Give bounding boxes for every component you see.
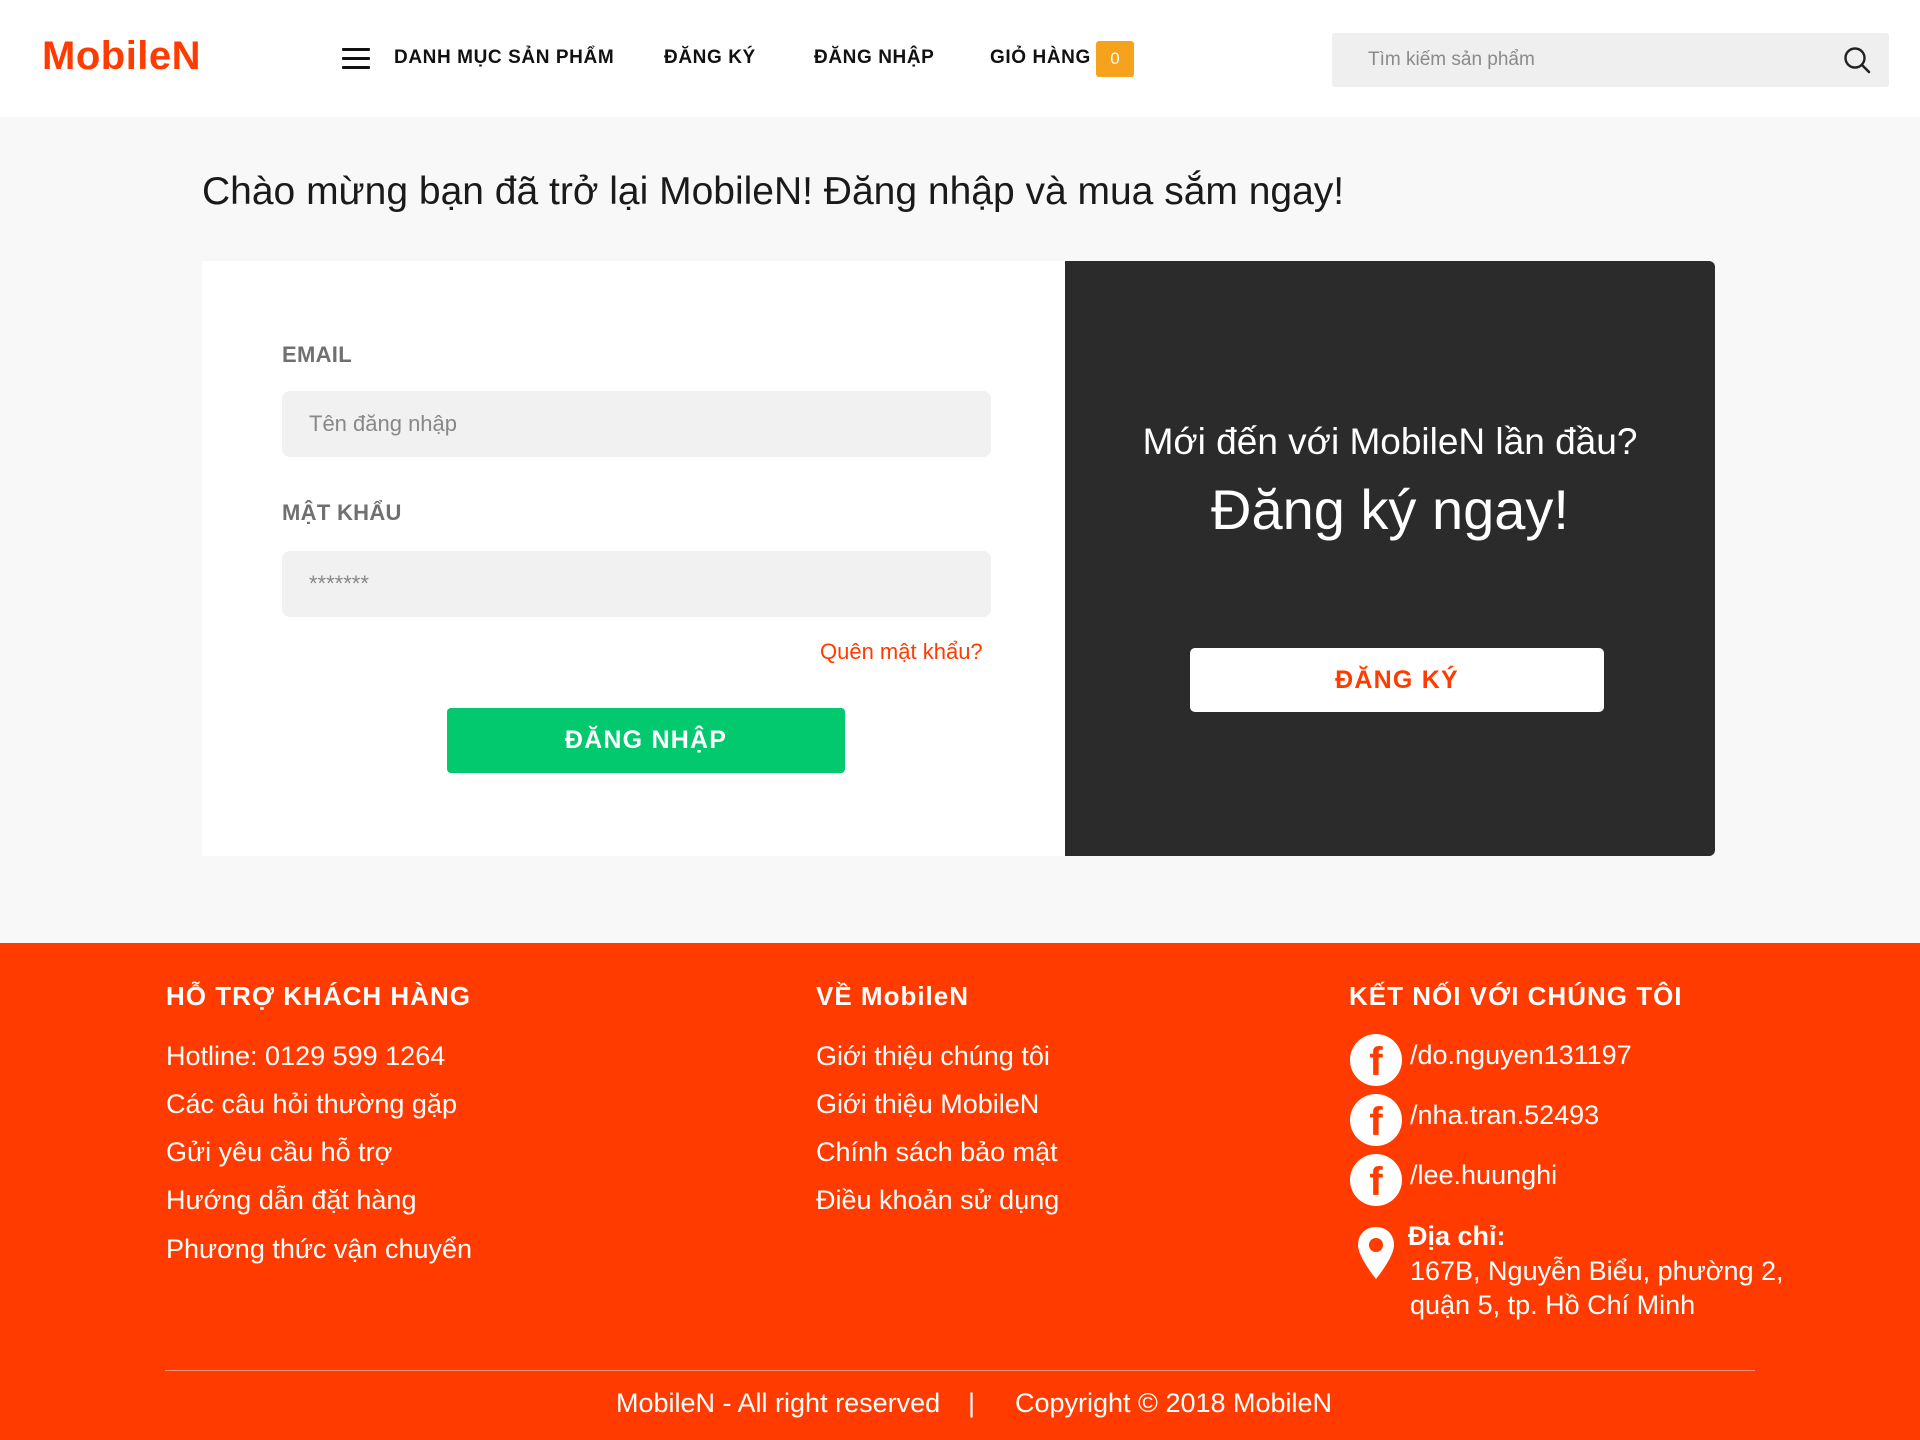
facebook-icon: f bbox=[1350, 1034, 1402, 1086]
location-pin-icon bbox=[1358, 1227, 1394, 1279]
logo[interactable]: MobileN bbox=[42, 34, 201, 79]
facebook-icon: f bbox=[1350, 1154, 1402, 1206]
facebook-icon: f bbox=[1350, 1094, 1402, 1146]
email-field[interactable] bbox=[282, 391, 991, 457]
about-link-mobilen[interactable]: Giới thiệu MobileN bbox=[816, 1089, 1039, 1120]
password-label: MẬT KHẨU bbox=[282, 500, 402, 525]
support-link-hotline[interactable]: Hotline: 0129 599 1264 bbox=[166, 1041, 445, 1072]
search-bar bbox=[1332, 33, 1889, 87]
nav-login[interactable]: ĐĂNG NHẬP bbox=[814, 47, 934, 69]
forgot-password-link[interactable]: Quên mật khẩu? bbox=[820, 639, 983, 665]
address-line: 167B, Nguyễn Biểu, phường 2, bbox=[1410, 1256, 1784, 1286]
login-card: EMAIL MẬT KHẨU Quên mật khẩu? ĐĂNG NHẬP bbox=[202, 261, 1065, 856]
footer-divider bbox=[165, 1370, 1755, 1371]
login-button[interactable]: ĐĂNG NHẬP bbox=[447, 708, 845, 773]
signup-panel: Mới đến với MobileN lần đầu? Đăng ký nga… bbox=[1065, 261, 1715, 856]
cart-count-badge[interactable]: 0 bbox=[1096, 41, 1134, 77]
support-link-request[interactable]: Gửi yêu cầu hỗ trợ bbox=[166, 1137, 392, 1168]
connect-title: KẾT NỐI VỚI CHÚNG TÔI bbox=[1349, 981, 1683, 1011]
address-label: Địa chỉ: bbox=[1408, 1221, 1506, 1251]
nav-categories[interactable]: DANH MỤC SẢN PHẨM bbox=[394, 47, 614, 69]
footer-copyright: Copyright © 2018 MobileN bbox=[1015, 1388, 1333, 1418]
hamburger-menu-icon[interactable] bbox=[342, 48, 370, 70]
address-line: quận 5, tp. Hồ Chí Minh bbox=[1410, 1290, 1696, 1320]
support-title: HỖ TRỢ KHÁCH HÀNG bbox=[166, 981, 471, 1011]
nav-cart[interactable]: GIỎ HÀNG bbox=[990, 47, 1091, 69]
about-title: VỀ MobileN bbox=[816, 981, 970, 1011]
register-button[interactable]: ĐĂNG KÝ bbox=[1190, 648, 1604, 712]
site-header: MobileN DANH MỤC SẢN PHẨM ĐĂNG KÝ ĐĂNG N… bbox=[0, 0, 1920, 117]
social-label: /do.nguyen131197 bbox=[1410, 1040, 1632, 1070]
about-link-terms[interactable]: Điều khoản sử dụng bbox=[816, 1185, 1059, 1216]
search-input[interactable] bbox=[1332, 33, 1822, 87]
footer-rights: MobileN - All right reserved bbox=[616, 1388, 941, 1418]
support-link-order-guide[interactable]: Hướng dẫn đặt hàng bbox=[166, 1185, 416, 1216]
signup-heading: Đăng ký ngay! bbox=[1211, 478, 1569, 541]
signup-question: Mới đến với MobileN lần đầu? bbox=[1142, 421, 1638, 462]
social-label: /lee.huunghi bbox=[1410, 1160, 1558, 1190]
support-link-faq[interactable]: Các câu hỏi thường gặp bbox=[166, 1089, 457, 1120]
nav-register[interactable]: ĐĂNG KÝ bbox=[664, 47, 756, 69]
search-icon[interactable] bbox=[1843, 46, 1871, 74]
email-label: EMAIL bbox=[282, 342, 352, 367]
site-footer: HỖ TRỢ KHÁCH HÀNG Hotline: 0129 599 1264… bbox=[0, 943, 1920, 1440]
about-link-us[interactable]: Giới thiệu chúng tôi bbox=[816, 1041, 1050, 1072]
password-field[interactable] bbox=[282, 551, 991, 617]
about-link-privacy[interactable]: Chính sách bảo mật bbox=[816, 1137, 1058, 1168]
support-link-shipping[interactable]: Phương thức vận chuyển bbox=[166, 1234, 472, 1265]
footer-separator: | bbox=[968, 1388, 976, 1418]
social-label: /nha.tran.52493 bbox=[1410, 1100, 1600, 1130]
welcome-heading: Chào mừng bạn đã trở lại MobileN! Đăng n… bbox=[202, 170, 1345, 213]
